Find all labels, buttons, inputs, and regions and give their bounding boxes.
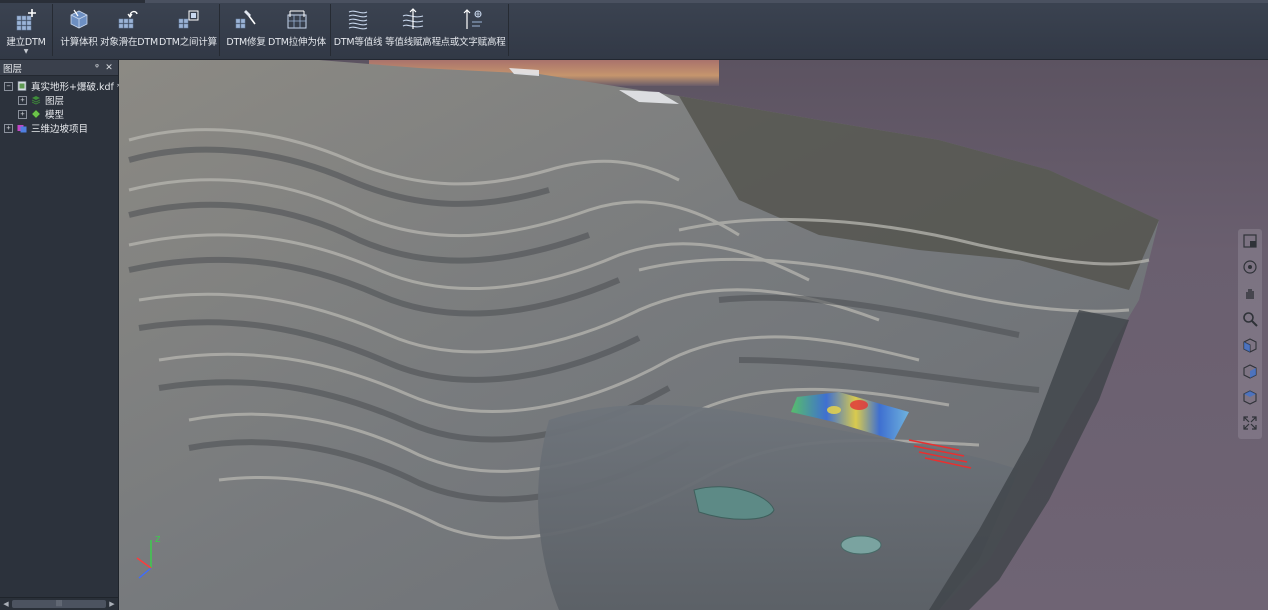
tree-item-kdf-file[interactable]: − 真实地形+爆破.kdf *: [0, 79, 122, 93]
tree-item-models[interactable]: + 模型: [0, 107, 118, 121]
scroll-right-icon[interactable]: ▶: [107, 598, 117, 610]
dtm-compare-icon: [178, 10, 199, 29]
tree-item-label: 图层: [45, 96, 65, 107]
pin-icon[interactable]: ᵠ: [91, 63, 103, 73]
build-dtm-label: 建立DTM: [6, 37, 46, 48]
drape-dtm-button[interactable]: 对象滑在DTM: [100, 4, 158, 56]
ribbon-toolbar: 建立DTM ▼ 计算体积 对象滑在DTM DTM之间计算 DTM修复 DTM拉伸…: [0, 0, 1268, 60]
dtm-repair-label: DTM修复: [226, 37, 266, 48]
zoom-window-icon[interactable]: [1241, 232, 1259, 250]
dtm-extrude-icon: [287, 10, 307, 29]
view-cube-front-icon[interactable]: [1241, 336, 1259, 354]
tree-item-label: 真实地形+爆破.kdf *: [31, 82, 122, 93]
axis-z-label: Z: [155, 535, 161, 544]
build-dtm-button[interactable]: 建立DTM ▼: [4, 4, 48, 56]
active-ribbon-tab[interactable]: [0, 0, 145, 3]
scroll-left-icon[interactable]: ◀: [1, 598, 11, 610]
dtm-contour-label: DTM等值线: [333, 37, 383, 48]
ribbon-group-contour: DTM等值线 等值线赋高程 点或文字赋高程: [331, 4, 509, 56]
contour-elevation-icon: [402, 8, 424, 29]
orbit-icon[interactable]: [1241, 258, 1259, 276]
3d-viewport[interactable]: Z: [119, 60, 1268, 610]
layers-panel-header: 图层 ᵠ ✕: [0, 60, 118, 76]
ribbon-group-calc: 计算体积 对象滑在DTM DTM之间计算: [53, 4, 220, 56]
ribbon-group-build: 建立DTM ▼: [0, 4, 53, 56]
layers-panel-scrollbar[interactable]: ◀ ||| ▶: [0, 597, 118, 610]
dtm-extrude-button[interactable]: DTM拉伸为体: [268, 4, 326, 56]
tree-item-label: 三维边坡项目: [31, 124, 89, 135]
zoom-magnifier-icon[interactable]: [1241, 310, 1259, 328]
terrain-scene: [119, 60, 1159, 610]
tree-item-layers[interactable]: + 图层: [0, 93, 118, 107]
project-icon: [17, 125, 27, 133]
drape-object-icon: [118, 10, 138, 29]
pan-hand-icon[interactable]: [1241, 284, 1259, 302]
view-cube-side-icon[interactable]: [1241, 362, 1259, 380]
expand-icon[interactable]: +: [18, 109, 27, 119]
dtm-contour-button[interactable]: DTM等值线: [333, 4, 383, 56]
chevron-down-icon[interactable]: ▼: [24, 49, 29, 55]
tree-item-label: 模型: [45, 110, 65, 121]
point-text-elevation-button[interactable]: 点或文字赋高程: [440, 4, 506, 56]
drape-dtm-label: 对象滑在DTM: [100, 37, 158, 48]
document-icon: [17, 81, 27, 91]
close-icon[interactable]: ✕: [103, 63, 115, 73]
between-dtm-button[interactable]: DTM之间计算: [159, 4, 217, 56]
scroll-grip-icon: |||: [56, 600, 63, 607]
contour-lines-icon: [348, 10, 368, 30]
tree-item-slope-project[interactable]: + 三维边坡项目: [0, 121, 118, 135]
contour-elevation-button[interactable]: 等值线赋高程: [385, 4, 441, 56]
zoom-extents-icon[interactable]: [1241, 414, 1259, 432]
calc-volume-button[interactable]: 计算体积: [59, 4, 99, 56]
dtm-grid-plus-icon: [16, 9, 36, 31]
expand-icon[interactable]: +: [4, 123, 13, 133]
collapse-icon[interactable]: −: [4, 81, 13, 91]
contour-elevation-label: 等值线赋高程: [385, 37, 441, 48]
scroll-thumb[interactable]: |||: [12, 600, 106, 608]
layer-icon: [31, 96, 41, 105]
expand-icon[interactable]: +: [18, 95, 27, 105]
ribbon-group-edit: DTM修复 DTM拉伸为体: [220, 4, 331, 56]
layers-panel-title: 图层: [3, 63, 23, 75]
dtm-repair-hammer-icon: [235, 10, 256, 29]
between-dtm-label: DTM之间计算: [159, 37, 217, 48]
view-cube-top-icon[interactable]: [1241, 388, 1259, 406]
navigation-bar: [1238, 229, 1262, 439]
point-text-elevation-icon: [463, 9, 482, 29]
layer-tree: − 真实地形+爆破.kdf * + 图层 + 模型 + 三维边坡项目: [0, 76, 122, 135]
axis-gizmo: Z: [136, 535, 161, 579]
dtm-extrude-label: DTM拉伸为体: [268, 37, 326, 48]
volume-cube-icon: [70, 9, 88, 29]
point-text-elevation-label: 点或文字赋高程: [440, 37, 506, 48]
calc-volume-label: 计算体积: [60, 37, 98, 48]
dtm-repair-button[interactable]: DTM修复: [224, 4, 268, 56]
ribbon-tab-strip: [0, 0, 1268, 3]
layers-panel: 图层 ᵠ ✕ − 真实地形+爆破.kdf * + 图层 + 模型 + 三维边坡项…: [0, 60, 122, 610]
model-icon: [31, 109, 41, 119]
